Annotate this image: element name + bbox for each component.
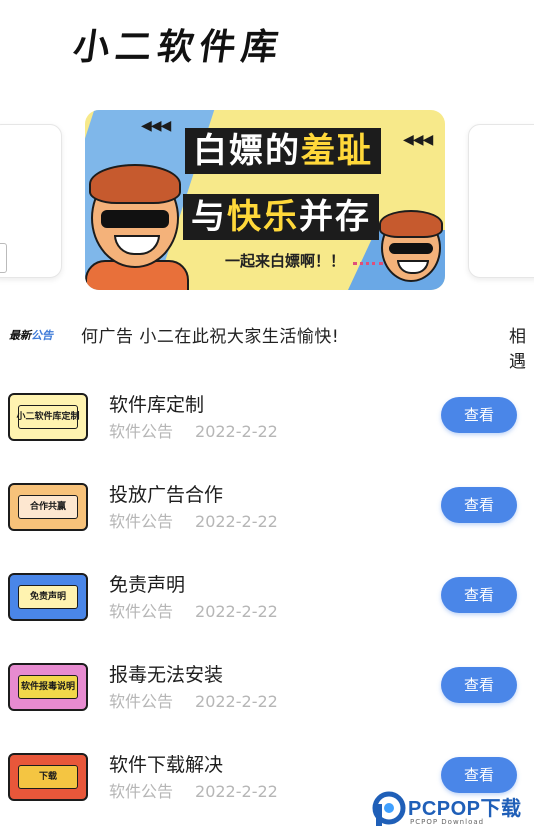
list-item[interactable]: 合作共赢 投放广告合作 软件公告 2022-2-22 查看 <box>0 463 534 543</box>
carousel-card-next[interactable] <box>468 124 534 278</box>
view-button[interactable]: 查看 <box>441 667 517 703</box>
app-title: 小二软件库 <box>70 26 287 68</box>
announcement-thumbnail: 软件报毒说明 <box>8 663 88 711</box>
decor-squiggle <box>353 262 383 275</box>
watermark-sub: PCPOP Download <box>410 818 485 826</box>
list-item[interactable]: 小二软件库定制 软件库定制 软件公告 2022-2-22 查看 <box>0 373 534 453</box>
decor-arrows-icon: ◀◀◀ <box>403 132 433 148</box>
item-title: 报毒无法安装 <box>109 664 224 686</box>
cartoon-face-icon <box>89 164 181 268</box>
announcement-thumbnail: 免责声明 <box>8 573 88 621</box>
item-title: 免责声明 <box>109 574 186 596</box>
watermark-name: PCPOP下载 <box>408 798 522 820</box>
banner-carousel-item[interactable]: ◀◀◀ ◀◀◀ 白嫖的羞耻 与快乐并存 一起来白嫖啊！！ <box>85 110 445 290</box>
item-meta: 软件公告 2022-2-22 <box>109 422 278 441</box>
item-meta: 软件公告 2022-2-22 <box>109 692 278 711</box>
item-title: 软件库定制 <box>109 394 205 416</box>
notice-marquee-text-next[interactable]: 相遇 <box>509 322 534 372</box>
announcement-thumbnail: 小二软件库定制 <box>8 393 88 441</box>
mini-box <box>0 243 7 273</box>
pcpop-logo-icon <box>372 791 406 826</box>
view-button[interactable]: 查看 <box>441 397 517 433</box>
item-meta: 软件公告 2022-2-22 <box>109 512 278 531</box>
item-title: 软件下载解决 <box>109 754 224 776</box>
cartoon-face-icon <box>379 210 443 282</box>
item-title: 投放广告合作 <box>109 484 224 506</box>
carousel-card-prev[interactable] <box>0 124 62 278</box>
banner-headline-1: 白嫖的羞耻 <box>185 128 381 174</box>
watermark: PCPOP下载 PCPOP Download <box>370 788 534 838</box>
view-button[interactable]: 查看 <box>441 487 517 523</box>
list-item[interactable]: 免责声明 免责声明 软件公告 2022-2-22 查看 <box>0 553 534 633</box>
item-meta: 软件公告 2022-2-22 <box>109 782 278 801</box>
decor-arrows-icon: ◀◀◀ <box>141 118 171 134</box>
notice-tag: 最新公告 <box>9 329 53 342</box>
item-meta: 软件公告 2022-2-22 <box>109 602 278 621</box>
notice-marquee-text[interactable]: 何广告 小二在此祝大家生活愉快! <box>81 322 339 347</box>
announcement-thumbnail: 下载 <box>8 753 88 801</box>
banner-headline-2: 与快乐并存 <box>183 194 379 240</box>
banner-subtitle: 一起来白嫖啊！！ <box>225 252 346 270</box>
announcement-thumbnail: 合作共赢 <box>8 483 88 531</box>
list-item[interactable]: 软件报毒说明 报毒无法安装 软件公告 2022-2-22 查看 <box>0 643 534 723</box>
view-button[interactable]: 查看 <box>441 577 517 613</box>
